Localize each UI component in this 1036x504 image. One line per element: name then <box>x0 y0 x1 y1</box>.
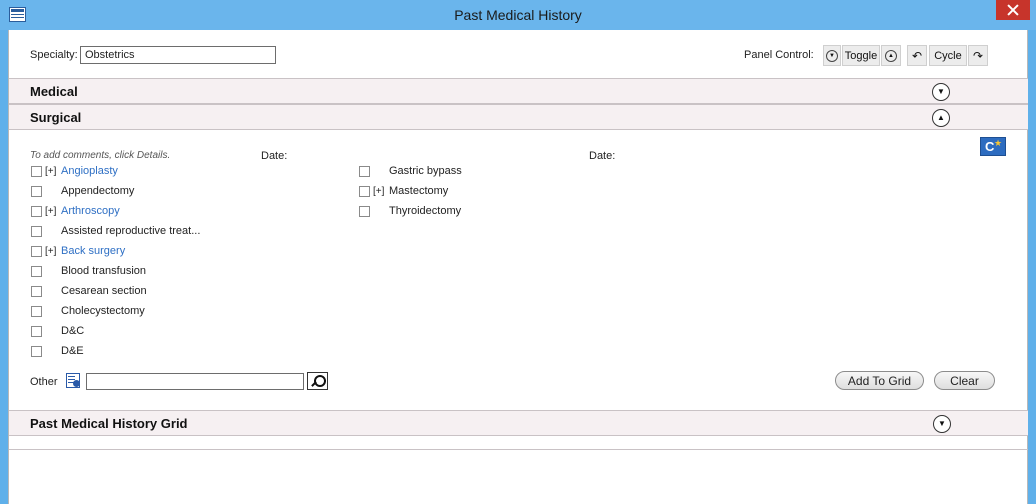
checkbox[interactable] <box>31 185 42 197</box>
checkbox[interactable] <box>359 185 370 197</box>
expand-chevron-icon[interactable]: ▼ <box>932 83 950 101</box>
collapse-chevron-icon[interactable]: ▲ <box>932 109 950 127</box>
chevron-down-icon: ▼ <box>826 49 838 62</box>
checkbox[interactable] <box>359 205 370 217</box>
client-area: Specialty: Panel Control: ▼ Toggle ▲ ↶ C… <box>8 30 1028 504</box>
expander[interactable]: [+] <box>373 186 389 197</box>
specialty-label: Specialty: <box>30 49 78 61</box>
checkbox[interactable] <box>31 265 42 277</box>
item-label[interactable]: Back surgery <box>61 245 125 257</box>
list-item: D&C <box>31 323 84 339</box>
item-label: Gastric bypass <box>389 165 462 177</box>
collapse-all-button[interactable]: ▼ <box>823 45 841 66</box>
list-item: [+] Back surgery <box>31 243 125 259</box>
item-label[interactable]: Angioplasty <box>61 165 118 177</box>
section-title-surgical: Surgical <box>30 110 82 125</box>
list-item: Thyroidectomy <box>359 203 461 219</box>
checkbox[interactable] <box>31 165 42 177</box>
list-item: Gastric bypass <box>359 163 462 179</box>
other-input[interactable] <box>86 373 304 390</box>
checkbox[interactable] <box>31 345 42 357</box>
window-title: Past Medical History <box>454 7 582 23</box>
list-item: [+] Angioplasty <box>31 163 118 179</box>
panel-control-label: Panel Control: <box>744 49 814 61</box>
item-label: Cholecystectomy <box>61 305 145 317</box>
expander[interactable]: [+] <box>45 206 61 217</box>
item-label: Appendectomy <box>61 185 135 197</box>
expander[interactable]: [+] <box>45 246 61 257</box>
cycle-forward-button[interactable]: ↷ <box>968 45 988 66</box>
item-label: Thyroidectomy <box>389 205 462 217</box>
checkbox[interactable] <box>31 225 42 237</box>
checkbox[interactable] <box>31 205 42 217</box>
date-label-col1: Date: <box>261 150 288 162</box>
title-bar: Past Medical History <box>0 0 1036 30</box>
item-label: Cesarean section <box>61 285 147 297</box>
cycle-back-button[interactable]: ↶ <box>907 45 927 66</box>
details-icon: C <box>985 139 995 154</box>
lookup-list-icon[interactable] <box>66 373 80 388</box>
item-label[interactable]: Arthroscopy <box>61 205 120 217</box>
section-grid[interactable]: Past Medical History Grid ▼ <box>9 410 1028 436</box>
date-label-col2: Date: <box>589 150 616 162</box>
list-item: [+] Mastectomy <box>359 183 448 199</box>
list-item: Cholecystectomy <box>31 303 145 319</box>
toggle-button[interactable]: Toggle <box>842 45 880 66</box>
divider <box>9 449 1028 450</box>
list-item: Appendectomy <box>31 183 134 199</box>
list-item: D&E <box>31 343 84 359</box>
list-item: Cesarean section <box>31 283 147 299</box>
item-label: D&E <box>61 345 84 357</box>
expand-all-button[interactable]: ▲ <box>881 45 901 66</box>
clear-button[interactable]: Clear <box>934 371 995 390</box>
checkbox[interactable] <box>31 325 42 337</box>
list-item: Assisted reproductive treat... <box>31 223 200 239</box>
list-item: [+] Arthroscopy <box>31 203 120 219</box>
checkbox[interactable] <box>359 165 370 177</box>
expander[interactable]: [+] <box>45 166 61 177</box>
chevron-up-icon: ▲ <box>885 49 897 62</box>
checkbox[interactable] <box>31 305 42 317</box>
item-label: D&C <box>61 325 85 337</box>
list-item: Blood transfusion <box>31 263 146 279</box>
item-label: Assisted reproductive treat... <box>61 225 201 237</box>
section-surgical[interactable]: Surgical ▲ <box>9 104 1028 130</box>
specialty-input[interactable] <box>80 46 276 64</box>
redo-arrow-icon: ↷ <box>972 48 984 63</box>
details-hint: To add comments, click Details. <box>30 150 171 161</box>
section-medical[interactable]: Medical ▼ <box>9 78 1028 104</box>
item-label: Mastectomy <box>389 185 449 197</box>
expand-chevron-icon[interactable]: ▼ <box>933 415 951 433</box>
add-to-grid-button[interactable]: Add To Grid <box>835 371 924 390</box>
search-icon[interactable] <box>307 372 328 390</box>
section-title-medical: Medical <box>30 84 78 99</box>
other-label: Other <box>30 376 58 388</box>
cycle-button[interactable]: Cycle <box>929 45 967 66</box>
undo-arrow-icon: ↶ <box>911 48 923 63</box>
item-label: Blood transfusion <box>61 265 146 277</box>
checkbox[interactable] <box>31 245 42 257</box>
section-title-grid: Past Medical History Grid <box>30 416 188 431</box>
details-button[interactable]: C <box>980 137 1006 156</box>
checkbox[interactable] <box>31 285 42 297</box>
close-button[interactable] <box>996 0 1030 20</box>
